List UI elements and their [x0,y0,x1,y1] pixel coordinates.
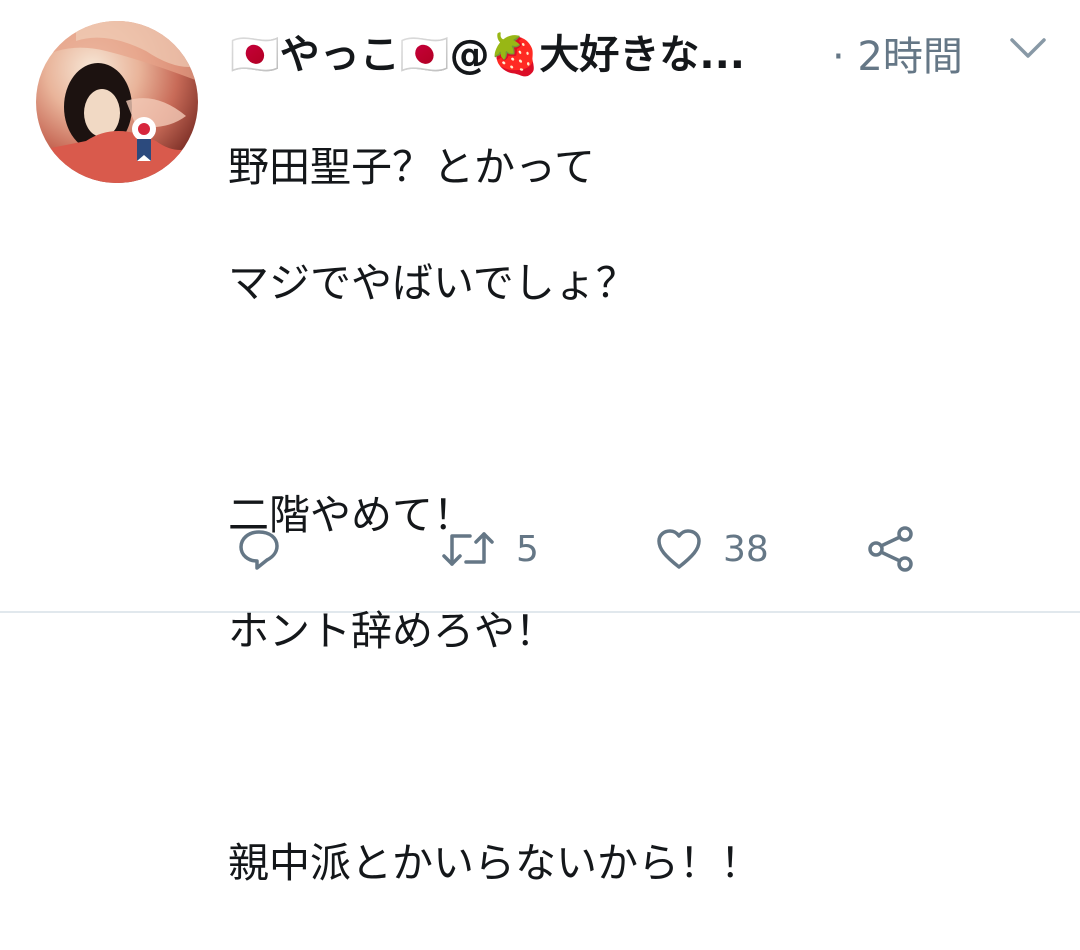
avatar[interactable] [36,21,198,183]
like-button[interactable]: 38 [655,524,769,574]
heart-icon [657,529,701,569]
tweet-header: 🇯🇵やっこ🇯🇵@🍓大好きな... · 2時間 [230,20,1050,80]
display-name[interactable]: 🇯🇵やっこ🇯🇵@🍓大好きな... [230,22,745,80]
tweet-text-line: 二階やめて！ [228,491,474,539]
tweet-text-line: 野田聖子？とかって [228,143,595,191]
reply-icon [239,530,279,570]
retweet-icon [442,532,494,566]
share-icon [868,526,913,572]
chevron-down-icon[interactable] [1006,28,1050,68]
tweet-card[interactable]: 🇯🇵やっこ🇯🇵@🍓大好きな... · 2時間 野田聖子？とかって マジでやばいで… [0,0,1080,887]
retweet-button[interactable]: 5 [440,524,539,574]
tweet-text: 野田聖子？とかって マジでやばいでしょ？ 二階やめて！ ホント辞めろや！ 親中派… [228,80,1048,950]
reply-button[interactable] [236,524,302,574]
timestamp[interactable]: · 2時間 [832,24,963,82]
tweet-text-line [228,718,1048,776]
tweet-text-line: ホント辞めろや！ [228,607,556,655]
tweet-text-line: 親中派とかいらないから！！ [228,839,761,887]
like-count: 38 [723,528,769,570]
retweet-count: 5 [516,528,539,570]
tweet-text-line: マジでやばいでしょ？ [228,259,637,307]
share-button[interactable] [866,524,916,574]
tweet-text-line [228,370,1048,428]
